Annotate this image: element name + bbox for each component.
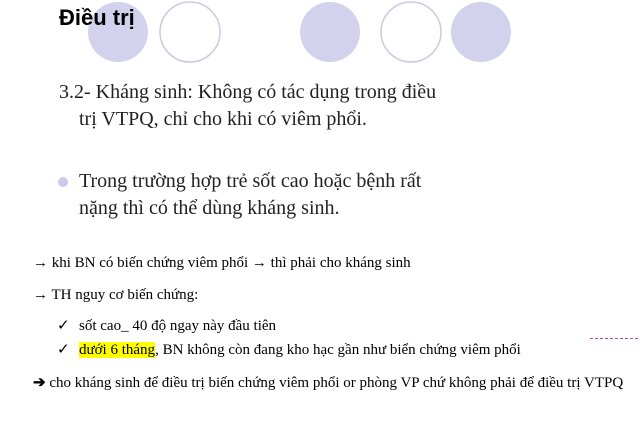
checkmark-icon: ✓ (57, 342, 70, 358)
fever-line-2: nặng thì có thể dùng kháng sinh. (79, 197, 340, 219)
antibiotic-paragraph: 3.2- Kháng sinh: Không có tác dụng trong… (59, 79, 436, 133)
note-pneumonia-complication: → khi BN có biến chứng viêm phổi → thì p… (33, 254, 411, 272)
antibiotic-line-2: trị VTPQ, chỉ cho khi có viêm phổi. (79, 108, 367, 130)
slide-title: Điều trị (59, 5, 135, 30)
bold-arrow-right-icon: ➔ (33, 375, 46, 391)
circle-outline-2 (380, 1, 442, 63)
arrow-right-icon: → (33, 255, 48, 271)
checkmark-icon: ✓ (57, 318, 70, 334)
bullet-dot-icon (58, 177, 68, 187)
fever-line-1: Trong trường hợp trẻ sốt cao hoặc bệnh r… (79, 170, 422, 192)
dashed-divider (590, 338, 638, 339)
check-item-fever: ✓ sốt cao_ 40 độ ngay này đầu tiên (57, 317, 276, 335)
arrow-right-icon: → (33, 287, 48, 303)
circle-filled-3 (451, 2, 511, 62)
check-item-under-6-months: ✓ dưới 6 tháng, BN không còn đang kho hạc… (57, 341, 521, 359)
highlighted-text: dưới 6 tháng (79, 342, 156, 358)
circle-filled-2 (300, 2, 360, 62)
check-text: sốt cao_ 40 độ ngay này đầu tiên (79, 318, 277, 334)
note-text: TH nguy cơ biến chứng: (48, 287, 199, 303)
note-text: khi BN có biến chứng viêm phổi → thì phả… (48, 255, 411, 271)
note-antibiotic-conclusion: ➔ cho kháng sinh để điều trị biến chứng … (33, 372, 633, 394)
note-text: cho kháng sinh để điều trị biến chứng vi… (45, 375, 624, 391)
circle-outline-1 (159, 1, 221, 63)
fever-paragraph: Trong trường hợp trẻ sốt cao hoặc bệnh r… (79, 168, 421, 222)
check-text: , BN không còn đang kho hạc gần như biển… (155, 342, 521, 358)
note-risk-complication: → TH nguy cơ biến chứng: (33, 286, 198, 304)
antibiotic-line-1: 3.2- Kháng sinh: Không có tác dụng trong… (59, 81, 437, 103)
